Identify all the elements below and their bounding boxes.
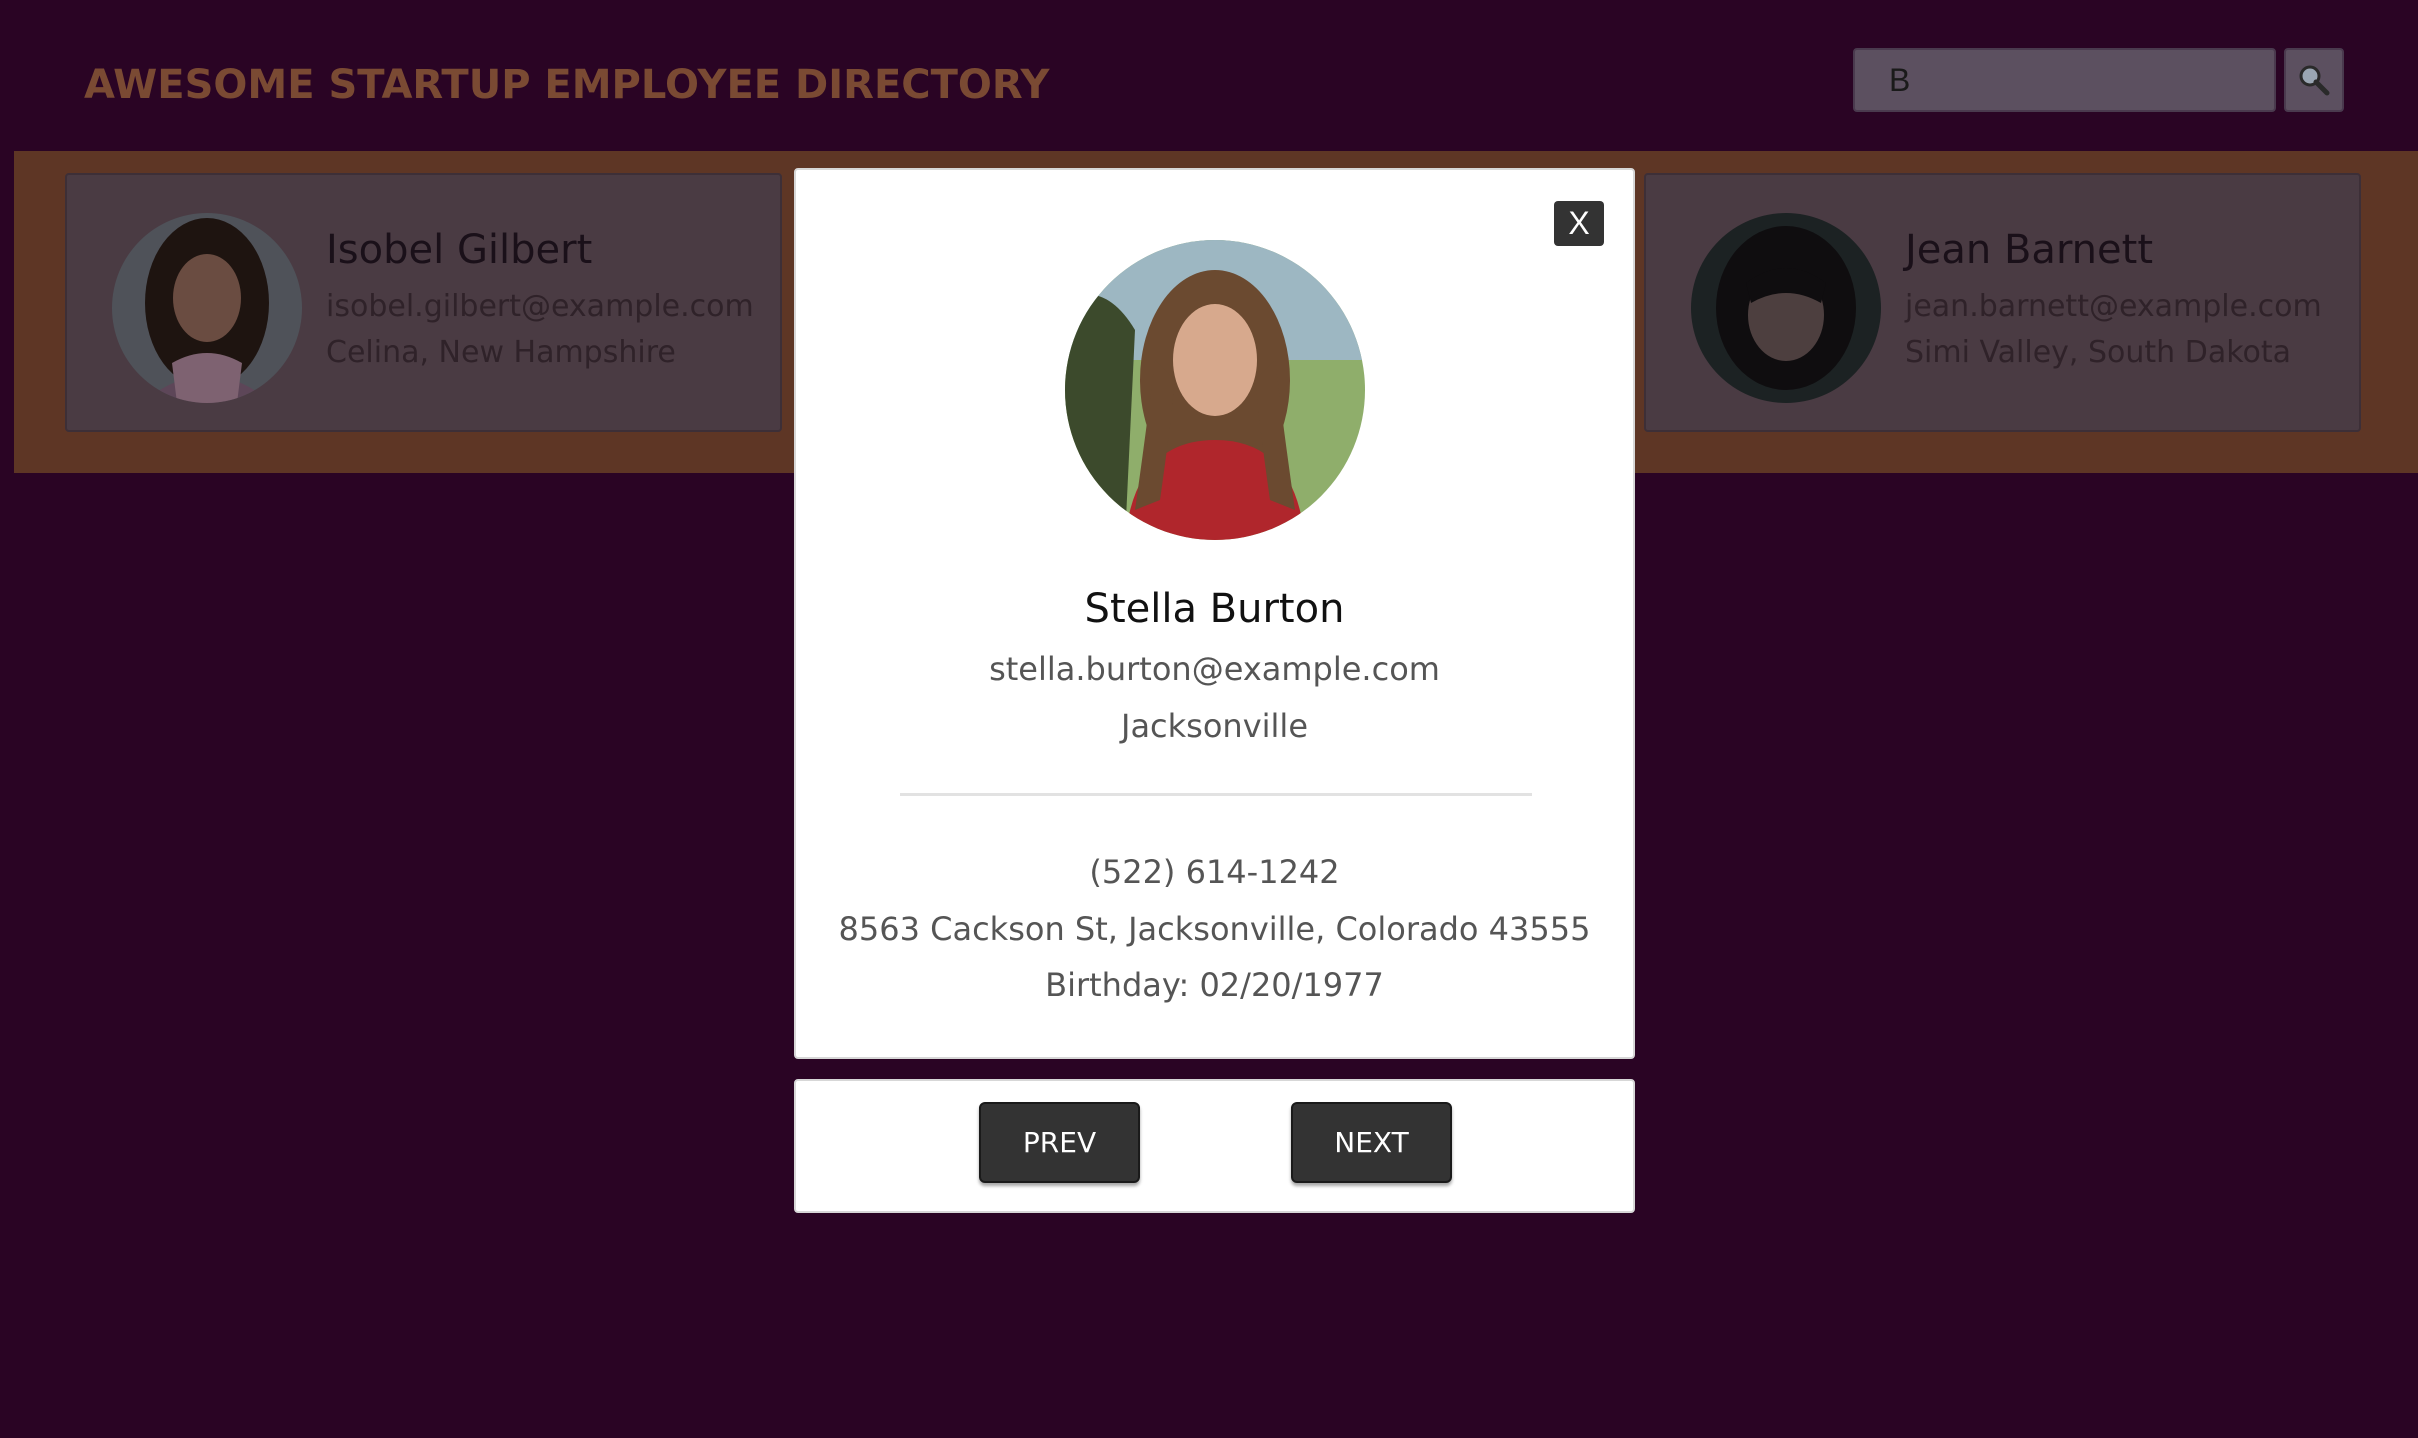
modal-employee-email: stella.burton@example.com — [989, 650, 1440, 688]
modal-employee-phone: (522) 614-1242 — [1089, 853, 1340, 891]
page-title: AWESOME STARTUP EMPLOYEE DIRECTORY — [84, 62, 1050, 108]
prev-button[interactable]: PREV — [979, 1102, 1140, 1183]
modal-avatar — [1065, 240, 1365, 540]
modal-employee-name: Stella Burton — [1084, 586, 1345, 632]
magnifier-icon — [2299, 65, 2330, 96]
employee-card[interactable]: Jean Barnett jean.barnett@example.com Si… — [1644, 173, 2361, 432]
employee-modal: X Stella Burton stella.burton@example.co… — [794, 168, 1635, 1059]
modal-employee-city: Jacksonville — [1121, 707, 1308, 745]
employee-name: Isobel Gilbert — [326, 227, 593, 273]
employee-location: Celina, New Hampshire — [326, 335, 676, 370]
employee-avatar — [112, 213, 302, 403]
search-input[interactable] — [1853, 48, 2276, 112]
employee-email: isobel.gilbert@example.com — [326, 289, 754, 324]
employee-email: jean.barnett@example.com — [1905, 289, 2322, 324]
next-button[interactable]: NEXT — [1291, 1102, 1452, 1183]
page: AWESOME STARTUP EMPLOYEE DIRECTORY Isobe — [0, 0, 2418, 1438]
employee-location: Simi Valley, South Dakota — [1905, 335, 2292, 370]
modal-divider — [900, 793, 1532, 796]
close-button[interactable]: X — [1554, 201, 1604, 246]
employee-card[interactable]: Isobel Gilbert isobel.gilbert@example.co… — [65, 173, 782, 432]
search-button[interactable] — [2284, 48, 2344, 112]
employee-avatar — [1691, 213, 1881, 403]
modal-employee-birthday: Birthday: 02/20/1977 — [1045, 966, 1384, 1004]
modal-navigation: PREV NEXT — [794, 1079, 1635, 1213]
modal-employee-address: 8563 Cackson St, Jacksonville, Colorado … — [838, 910, 1591, 948]
employee-name: Jean Barnett — [1905, 227, 2154, 273]
